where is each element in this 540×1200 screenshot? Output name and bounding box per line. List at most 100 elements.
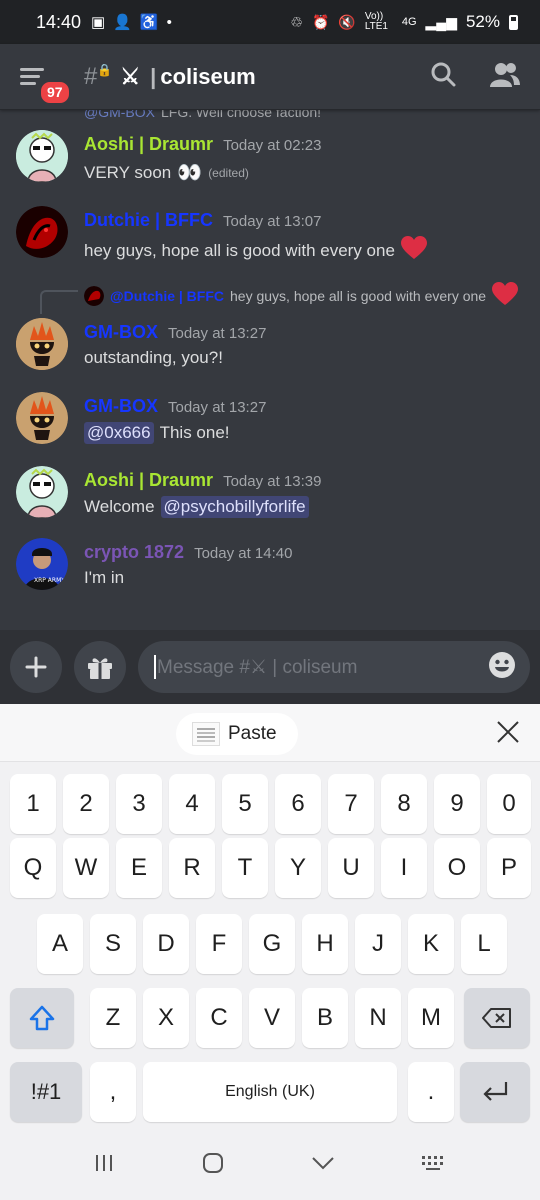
key-c[interactable]: C bbox=[196, 988, 242, 1048]
message-content: Welcome @psychobillyforlife bbox=[84, 496, 309, 518]
avatar[interactable] bbox=[16, 206, 68, 258]
message-list[interactable]: @GM-BOX LFG. Well choose faction! Aoshi … bbox=[0, 110, 540, 630]
avatar[interactable]: XRP ARMY bbox=[16, 538, 68, 590]
reply-reference[interactable]: @Dutchie | BFFC hey guys, hope all is go… bbox=[84, 282, 519, 309]
shift-icon bbox=[29, 1005, 55, 1031]
swords-icon: ⚔ bbox=[120, 63, 141, 89]
key-e[interactable]: E bbox=[116, 838, 162, 898]
message-item[interactable]: GM-BOX Today at 13:27 outstanding, you?! bbox=[0, 318, 540, 388]
key-h[interactable]: H bbox=[302, 914, 348, 974]
key-3[interactable]: 3 bbox=[116, 774, 162, 834]
username[interactable]: GM-BOX Today at 13:27 bbox=[84, 322, 266, 343]
key-g[interactable]: G bbox=[249, 914, 295, 974]
key-4[interactable]: 4 bbox=[169, 774, 215, 834]
key-w[interactable]: W bbox=[63, 838, 109, 898]
key-f[interactable]: F bbox=[196, 914, 242, 974]
key-s[interactable]: S bbox=[90, 914, 136, 974]
key-z[interactable]: Z bbox=[90, 988, 136, 1048]
recycle-icon: ♲ bbox=[290, 13, 303, 30]
notification-badge: 97 bbox=[38, 78, 72, 106]
username[interactable]: Dutchie | BFFC Today at 13:07 bbox=[84, 210, 321, 231]
status-time: 14:40 bbox=[36, 11, 82, 32]
add-person-icon: 👤 bbox=[113, 14, 132, 31]
key-l[interactable]: L bbox=[461, 914, 507, 974]
avatar[interactable] bbox=[16, 466, 68, 518]
reply-avatar bbox=[84, 285, 104, 306]
gift-button[interactable] bbox=[74, 641, 126, 693]
timestamp: Today at 02:23 bbox=[223, 137, 322, 154]
message-item[interactable]: Dutchie | BFFC Today at 13:07 hey guys, h… bbox=[0, 206, 540, 276]
message-input[interactable]: Message #⚔ | coliseum bbox=[138, 641, 530, 693]
home-button[interactable] bbox=[201, 1151, 225, 1180]
key-r[interactable]: R bbox=[169, 838, 215, 898]
key-8[interactable]: 8 bbox=[381, 774, 427, 834]
key-0[interactable]: 0 bbox=[487, 774, 531, 834]
key-o[interactable]: O bbox=[434, 838, 480, 898]
key-6[interactable]: 6 bbox=[275, 774, 321, 834]
keyboard-toolbar: Paste bbox=[0, 704, 540, 762]
eyes-emoji: 👀 bbox=[177, 162, 203, 184]
backspace-key[interactable] bbox=[464, 988, 530, 1048]
enter-key[interactable] bbox=[460, 1062, 530, 1122]
key-7[interactable]: 7 bbox=[328, 774, 374, 834]
key-1[interactable]: 1 bbox=[10, 774, 56, 834]
key-v[interactable]: V bbox=[249, 988, 295, 1048]
menu-button[interactable]: 97 bbox=[20, 57, 72, 106]
key-9[interactable]: 9 bbox=[434, 774, 480, 834]
key-d[interactable]: D bbox=[143, 914, 189, 974]
key-j[interactable]: J bbox=[355, 914, 401, 974]
key-m[interactable]: M bbox=[408, 988, 454, 1048]
key-k[interactable]: K bbox=[408, 914, 454, 974]
user-mention[interactable]: @psychobillyforlife bbox=[160, 496, 309, 518]
key-p[interactable]: P bbox=[487, 838, 531, 898]
key-2[interactable]: 2 bbox=[63, 774, 109, 834]
comma-key[interactable]: , bbox=[90, 1062, 136, 1122]
username[interactable]: Aoshi | Draumr Today at 02:23 bbox=[84, 134, 321, 155]
key-y[interactable]: Y bbox=[275, 838, 321, 898]
volte-label: Vo)) LTE1 bbox=[364, 11, 388, 32]
network-label: 4G bbox=[401, 16, 417, 28]
heart-emoji bbox=[400, 236, 427, 265]
avatar[interactable] bbox=[16, 392, 68, 444]
message-item[interactable]: Aoshi | Draumr Today at 13:39 Welcome @ps… bbox=[0, 466, 540, 536]
accessibility-icon: ♿ bbox=[139, 14, 159, 31]
symbols-key[interactable]: !#1 bbox=[10, 1062, 82, 1122]
key-u[interactable]: U bbox=[328, 838, 374, 898]
key-b[interactable]: B bbox=[302, 988, 348, 1048]
username[interactable]: GM-BOX Today at 13:27 bbox=[84, 396, 266, 417]
signal-icon: ▂▄▆ bbox=[425, 13, 457, 30]
avatar[interactable] bbox=[16, 318, 68, 370]
emoji-picker-icon[interactable] bbox=[488, 651, 516, 684]
key-a[interactable]: A bbox=[37, 914, 83, 974]
channel-title[interactable]: ⚔ | coliseum bbox=[120, 64, 255, 90]
username[interactable]: crypto 1872 Today at 14:40 bbox=[84, 542, 292, 563]
avatar[interactable] bbox=[16, 130, 68, 182]
add-attachment-button[interactable] bbox=[10, 641, 62, 693]
message-item[interactable]: XRP ARMY crypto 1872 Today at 14:40 I'm i… bbox=[0, 538, 540, 608]
message-item[interactable]: Aoshi | Draumr Today at 02:23 VERY soon 👀… bbox=[0, 130, 540, 200]
key-5[interactable]: 5 bbox=[222, 774, 268, 834]
search-icon[interactable] bbox=[430, 61, 456, 92]
period-key[interactable]: . bbox=[408, 1062, 454, 1122]
close-icon[interactable] bbox=[496, 720, 520, 749]
user-mention[interactable]: @0x666 bbox=[84, 422, 154, 444]
message-item[interactable]: GM-BOX Today at 13:27 @0x666 This one! bbox=[0, 392, 540, 462]
shift-key[interactable] bbox=[10, 988, 74, 1048]
timestamp: Today at 13:27 bbox=[168, 325, 267, 342]
gallery-icon: ▣ bbox=[91, 14, 106, 31]
edited-label: (edited) bbox=[208, 165, 249, 180]
enter-icon bbox=[483, 1082, 508, 1101]
hide-keyboard-button[interactable] bbox=[311, 1155, 335, 1176]
svg-text:XRP ARMY: XRP ARMY bbox=[34, 577, 65, 584]
username[interactable]: Aoshi | Draumr Today at 13:39 bbox=[84, 470, 321, 491]
paste-button[interactable]: Paste bbox=[176, 713, 298, 755]
space-key[interactable]: English (UK) bbox=[143, 1062, 397, 1122]
key-i[interactable]: I bbox=[381, 838, 427, 898]
key-t[interactable]: T bbox=[222, 838, 268, 898]
recent-apps-button[interactable] bbox=[93, 1152, 115, 1179]
key-n[interactable]: N bbox=[355, 988, 401, 1048]
key-x[interactable]: X bbox=[143, 988, 189, 1048]
key-q[interactable]: Q bbox=[10, 838, 56, 898]
keyboard-switch-icon[interactable] bbox=[421, 1153, 447, 1178]
members-icon[interactable] bbox=[490, 61, 520, 92]
